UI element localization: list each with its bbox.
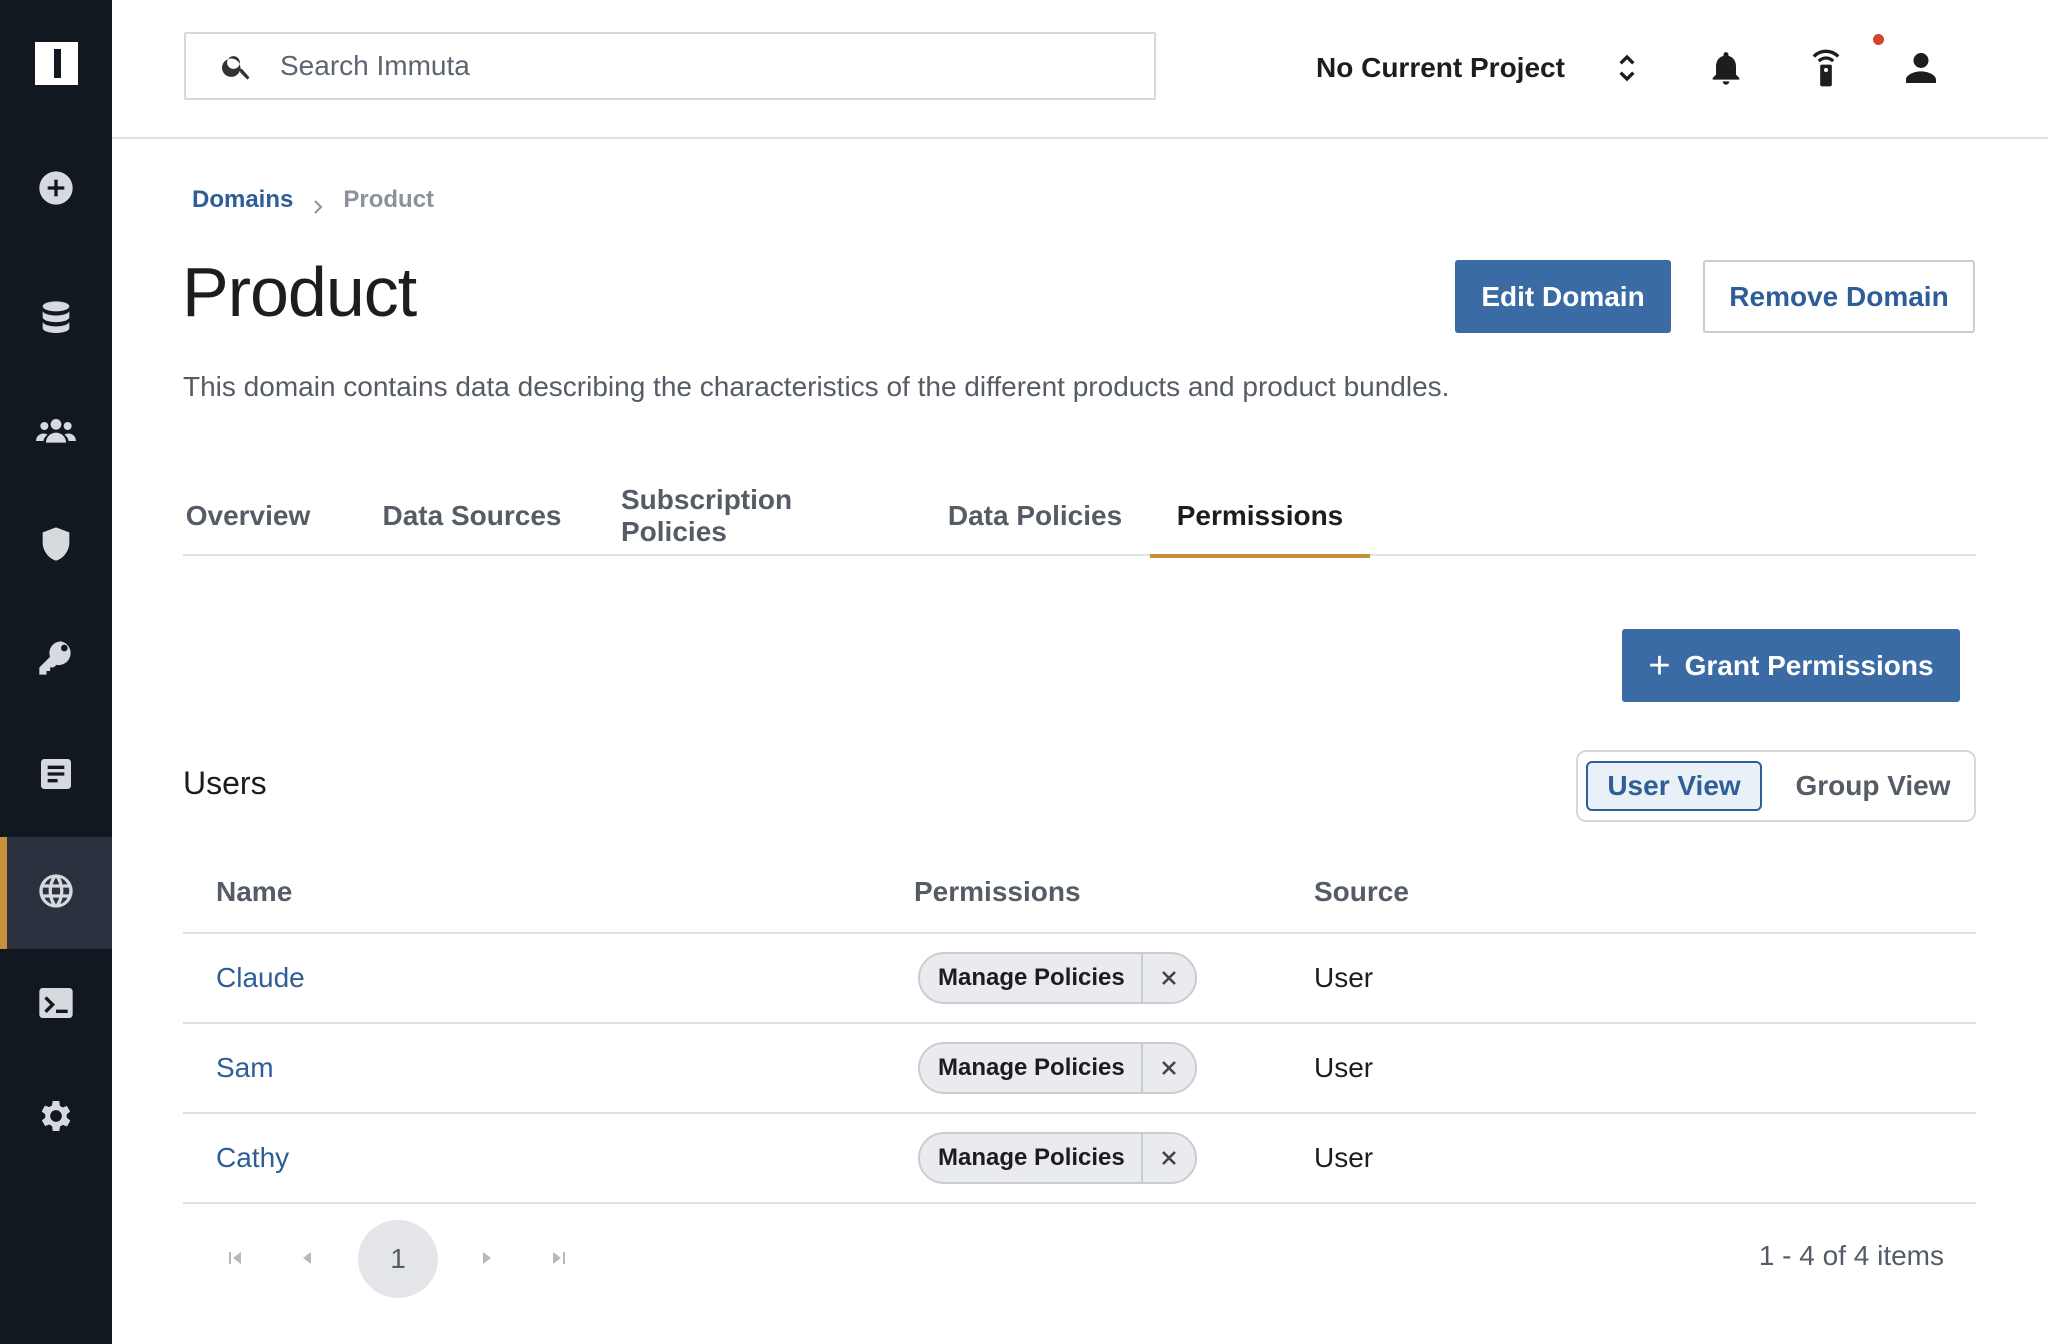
breadcrumb-current: Product [343, 186, 435, 213]
document-icon [36, 754, 76, 799]
close-icon[interactable] [1143, 1044, 1195, 1092]
remote-icon[interactable] [1806, 48, 1846, 88]
edit-domain-button[interactable]: Edit Domain [1455, 260, 1671, 333]
current-project-label[interactable]: No Current Project [1316, 52, 1565, 84]
add-icon [36, 168, 76, 213]
immuta-logo[interactable] [35, 42, 78, 85]
table-header: Name Permissions Source [183, 852, 1976, 934]
users-section-title: Users [183, 765, 267, 801]
user-view-button[interactable]: User View [1586, 761, 1762, 811]
table-row: Sam Manage Policies User [183, 1024, 1976, 1114]
sidebar-item-people[interactable] [0, 377, 112, 489]
sidebar-item-data-sources[interactable] [0, 264, 112, 376]
domain-description: This domain contains data describing the… [183, 371, 1450, 402]
tab-data-policies[interactable]: Data Policies [940, 476, 1130, 556]
chevron-updown-icon[interactable] [1607, 48, 1647, 88]
sidebar-item-keys[interactable] [0, 604, 112, 716]
database-icon [36, 298, 76, 343]
column-header-permissions[interactable]: Permissions [914, 876, 1081, 908]
previous-page-icon[interactable] [289, 1240, 325, 1276]
tab-permissions[interactable]: Permissions [1150, 476, 1370, 558]
permission-chip-label: Manage Policies [920, 1044, 1143, 1092]
source-value: User [1314, 1052, 1374, 1083]
user-name-link[interactable]: Cathy [216, 1142, 289, 1174]
user-icon[interactable] [1901, 48, 1941, 88]
sidebar-item-add[interactable] [0, 134, 112, 246]
source-value: User [1314, 962, 1374, 993]
gear-icon [36, 1096, 76, 1141]
source-value: User [1314, 1142, 1374, 1173]
permission-chip: Manage Policies [918, 952, 1197, 1004]
globe-icon [36, 871, 76, 916]
remove-domain-button[interactable]: Remove Domain [1703, 260, 1975, 333]
sidebar-item-audit[interactable] [0, 720, 112, 832]
breadcrumb: Domains Product [192, 186, 434, 214]
notification-dot [1873, 34, 1884, 45]
users-table: Name Permissions Source Claude Manage Po… [183, 852, 1976, 1204]
view-toggle: User View Group View [1576, 750, 1976, 822]
permission-chip-label: Manage Policies [920, 1134, 1143, 1182]
search-input[interactable]: Search Immuta [184, 32, 1156, 100]
sidebar-item-query-editor[interactable] [0, 949, 112, 1061]
first-page-icon[interactable] [217, 1240, 253, 1276]
plus-icon: + [1648, 644, 1671, 687]
pagination-info: 1 - 4 of 4 items [1758, 1240, 1944, 1271]
chevron-right-icon [311, 193, 325, 214]
bell-icon[interactable] [1706, 48, 1746, 88]
next-page-icon[interactable] [469, 1240, 505, 1276]
top-bar: Search Immuta No Current Project [112, 0, 2048, 139]
pagination: 1 1 - 4 of 4 items [183, 1218, 1976, 1298]
breadcrumb-domains-link[interactable]: Domains [192, 186, 293, 214]
grant-permissions-button[interactable]: + Grant Permissions [1622, 629, 1960, 702]
table-row: Claude Manage Policies User [183, 934, 1976, 1024]
user-name-link[interactable]: Sam [216, 1052, 274, 1084]
tab-data-sources[interactable]: Data Sources [376, 476, 568, 556]
close-icon[interactable] [1143, 1134, 1195, 1182]
permission-chip-label: Manage Policies [920, 954, 1143, 1002]
page-title: Product [182, 253, 417, 331]
table-row: Cathy Manage Policies User [183, 1114, 1976, 1204]
domain-tabs: Overview Data Sources Subscription Polic… [183, 476, 1976, 558]
column-header-source[interactable]: Source [1314, 876, 1409, 908]
close-icon[interactable] [1143, 954, 1195, 1002]
sidebar-item-settings[interactable] [0, 1062, 112, 1174]
last-page-icon[interactable] [541, 1240, 577, 1276]
permission-chip: Manage Policies [918, 1042, 1197, 1094]
shield-icon [36, 524, 76, 569]
sidebar-item-policies[interactable] [0, 490, 112, 602]
column-header-name[interactable]: Name [216, 876, 292, 908]
grant-permissions-label: Grant Permissions [1684, 649, 1934, 681]
search-placeholder: Search Immuta [280, 50, 470, 81]
sidebar [0, 0, 112, 1344]
group-view-button[interactable]: Group View [1778, 761, 1968, 811]
terminal-icon [36, 983, 76, 1028]
key-icon [36, 638, 76, 683]
permission-chip: Manage Policies [918, 1132, 1197, 1184]
search-icon [220, 49, 254, 83]
people-icon [36, 411, 76, 456]
sidebar-item-domains[interactable] [0, 837, 112, 949]
current-page[interactable]: 1 [358, 1220, 438, 1298]
user-name-link[interactable]: Claude [216, 962, 305, 994]
tab-overview[interactable]: Overview [183, 476, 313, 556]
tab-subscription-policies[interactable]: Subscription Policies [621, 476, 895, 556]
